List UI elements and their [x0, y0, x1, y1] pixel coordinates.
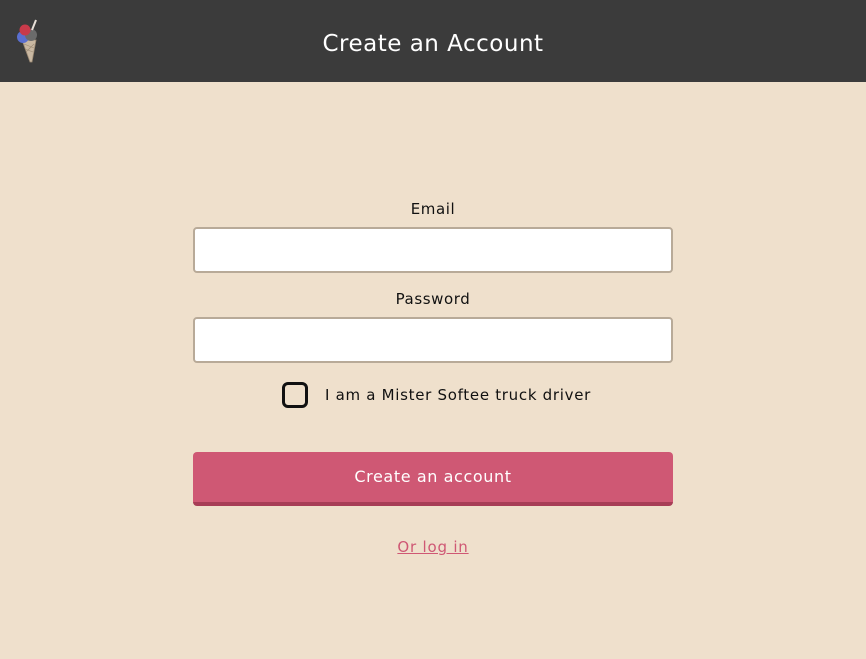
driver-checkbox[interactable] [282, 382, 308, 408]
create-account-button[interactable]: Create an account [193, 452, 673, 506]
password-label: Password [395, 290, 471, 308]
login-link[interactable]: Or log in [397, 538, 468, 556]
app-header: Create an Account [0, 0, 866, 82]
email-label: Email [410, 200, 456, 218]
driver-checkbox-label[interactable]: I am a Mister Softee truck driver [325, 386, 591, 404]
email-field[interactable] [193, 227, 673, 273]
password-field[interactable] [193, 317, 673, 363]
page-title: Create an Account [322, 31, 544, 57]
login-link-container: Or log in [0, 538, 866, 556]
